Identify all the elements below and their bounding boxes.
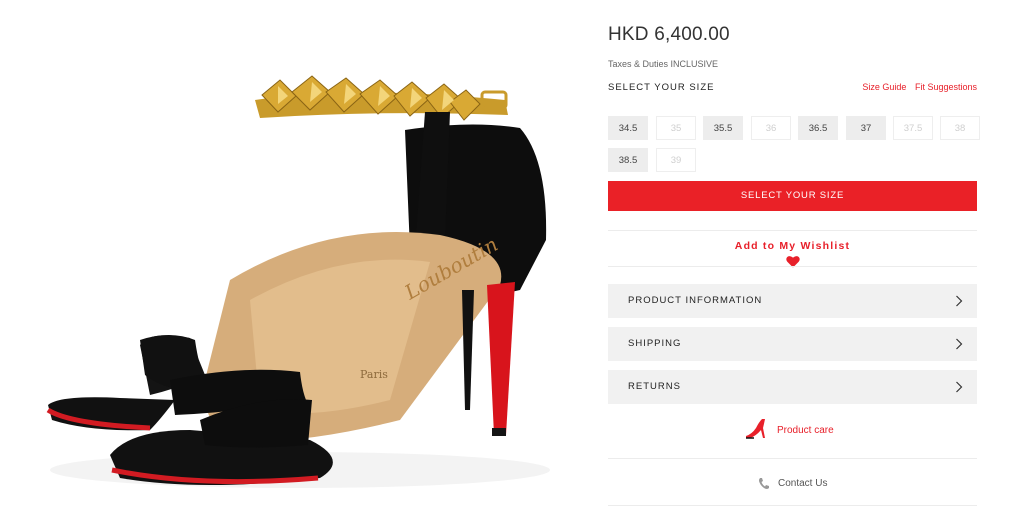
insole-brand-text: Paris <box>360 368 388 381</box>
wishlist-label: Add to My Wishlist <box>734 240 851 252</box>
size-option-39[interactable]: 39 <box>656 148 696 172</box>
chevron-right-icon <box>956 295 963 307</box>
divider <box>608 505 977 506</box>
size-links: Size Guide Fit Suggestions <box>856 82 977 92</box>
size-option-36[interactable]: 36 <box>751 116 791 140</box>
product-price: HKD 6,400.00 <box>608 24 730 45</box>
size-guide-link[interactable]: Size Guide <box>862 82 906 92</box>
size-selector-title: SELECT YOUR SIZE <box>608 82 715 93</box>
accordion-returns[interactable]: RETURNS <box>608 370 977 404</box>
fit-suggestions-link[interactable]: Fit Suggestions <box>915 82 977 92</box>
size-option-38[interactable]: 38 <box>940 116 980 140</box>
product-image: Louboutin Paris <box>0 0 596 513</box>
size-option-38-5[interactable]: 38.5 <box>608 148 648 172</box>
accordion-product-information[interactable]: PRODUCT INFORMATION <box>608 284 977 318</box>
divider <box>608 230 977 231</box>
size-option-35[interactable]: 35 <box>656 116 696 140</box>
accordion-shipping[interactable]: SHIPPING <box>608 327 977 361</box>
tax-note: Taxes & Duties INCLUSIVE <box>608 59 719 69</box>
divider <box>608 266 977 267</box>
size-option-36-5[interactable]: 36.5 <box>798 116 838 140</box>
size-option-37[interactable]: 37 <box>846 116 886 140</box>
chevron-right-icon <box>956 338 963 350</box>
high-heel-icon <box>746 419 765 439</box>
chevron-right-icon <box>956 381 963 393</box>
size-option-37-5[interactable]: 37.5 <box>893 116 933 140</box>
size-option-35-5[interactable]: 35.5 <box>703 116 743 140</box>
accordion-label: RETURNS <box>628 381 681 392</box>
product-care-label: Product care <box>777 425 834 436</box>
size-header: SELECT YOUR SIZE Size Guide Fit Suggesti… <box>608 82 977 96</box>
select-your-size-button[interactable]: SELECT YOUR SIZE <box>608 181 977 211</box>
size-option-34-5[interactable]: 34.5 <box>608 116 648 140</box>
phone-icon <box>759 478 769 489</box>
product-details-panel: HKD 6,400.00 Taxes & Duties INCLUSIVE SE… <box>608 0 980 513</box>
contact-us-link[interactable]: Contact Us <box>608 474 977 494</box>
divider <box>608 458 977 459</box>
product-care-link[interactable]: Product care <box>608 414 977 444</box>
contact-us-label: Contact Us <box>778 478 828 489</box>
accordion-label: SHIPPING <box>628 338 682 349</box>
accordion-label: PRODUCT INFORMATION <box>628 295 763 306</box>
add-to-wishlist-button[interactable]: Add to My Wishlist <box>608 240 977 268</box>
